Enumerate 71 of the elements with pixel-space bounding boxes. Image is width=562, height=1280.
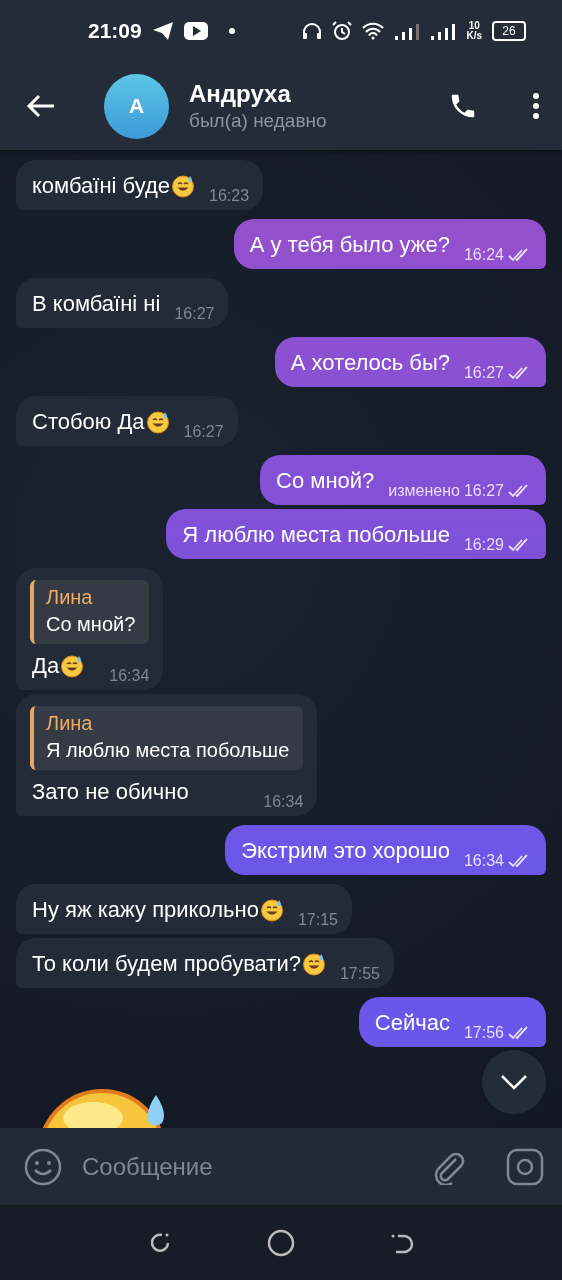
message-bubble[interactable]: Экстрим это хорошо 16:34	[225, 825, 546, 875]
message-text: А у тебя было уже?	[249, 231, 450, 259]
message-text: Сейчас	[374, 1009, 450, 1037]
last-seen-status: был(а) недавно	[189, 110, 328, 132]
reply-author: Лина	[46, 586, 94, 609]
edited-label: изменено	[388, 482, 460, 500]
reply-author: Лина	[46, 712, 94, 735]
message-time: 16:27	[463, 364, 504, 382]
camera-icon	[506, 1147, 544, 1186]
message-bubble[interactable]: Сейчас 17:56	[358, 997, 546, 1047]
message-time: 17:56	[463, 1024, 504, 1042]
network-speed: 10	[468, 21, 480, 31]
headphones-icon	[302, 22, 323, 40]
paper-plane-icon	[151, 21, 174, 41]
message-time: 16:34	[463, 852, 504, 870]
message-text: Ну яж кажу прикольно	[32, 896, 259, 924]
wifi-icon	[362, 22, 385, 40]
message-time: 16:24	[463, 246, 504, 264]
message-text: Со мной?	[276, 467, 375, 495]
message-bubble[interactable]: А хотелось бы? 16:27	[274, 337, 546, 387]
more-menu-button[interactable]	[532, 93, 540, 119]
more-vertical-icon	[532, 93, 540, 119]
message-bubble[interactable]: Я люблю места побольше 16:29	[166, 509, 546, 559]
reply-quote[interactable]: Лина Со мной?	[30, 580, 150, 644]
message-bubble[interactable]: комбаїні буде 16:23	[16, 160, 264, 210]
message-bubble[interactable]: Со мной? изменено 16:27	[260, 455, 546, 505]
message-time: 17:15	[297, 911, 338, 929]
message-text: В комбаїні ні	[32, 290, 161, 318]
back-button[interactable]	[26, 94, 56, 118]
back-arrow-icon	[26, 94, 56, 118]
network-speed-unit: K/s	[466, 31, 482, 41]
message-text: А хотелось бы?	[290, 349, 450, 377]
message-text: Я люблю места побольше	[182, 521, 450, 549]
message-time: 17:55	[339, 965, 380, 983]
clock: 21:09	[88, 19, 142, 43]
message-bubble[interactable]: В комбаїні ні 16:27	[16, 278, 229, 328]
video-play-icon	[183, 22, 208, 40]
message-time: 16:27	[183, 423, 224, 441]
message-bubble[interactable]: Ну яж кажу прикольно 17:15	[16, 884, 352, 934]
message-time: 16:29	[463, 536, 504, 554]
message-bubble[interactable]: Лина Со мной? Да 16:34	[16, 568, 164, 690]
message-text: Стобою Да	[32, 408, 145, 436]
reply-text: Я люблю места побольше	[46, 739, 290, 762]
home-button[interactable]	[267, 1228, 295, 1257]
message-bubble[interactable]: То коли будем пробувати? 17:55	[16, 938, 394, 988]
dot-icon	[227, 27, 236, 35]
reply-quote[interactable]: Лина Я люблю места побольше	[30, 706, 304, 770]
battery-level: 26	[492, 21, 526, 41]
signal-icon	[430, 22, 457, 40]
message-text: Да	[32, 652, 60, 680]
alarm-clock-icon	[332, 21, 353, 41]
chevron-down-icon	[500, 1074, 528, 1090]
contact-name[interactable]: Андруха	[189, 80, 448, 108]
message-bubble[interactable]: Лина Я люблю места побольше Зато не обично 16:34	[16, 694, 318, 816]
emoji-button[interactable]	[24, 1147, 62, 1186]
message-time: 16:27	[174, 305, 215, 323]
camera-button[interactable]	[506, 1147, 544, 1186]
message-bubble[interactable]: А у тебя было уже? 16:24	[233, 219, 546, 269]
reply-text: Со мной?	[46, 613, 136, 636]
message-time: 16:23	[209, 187, 250, 205]
message-text: комбаїні буде	[32, 172, 171, 200]
home-icon	[267, 1228, 295, 1257]
message-time: 16:34	[263, 793, 304, 811]
message-text: Экстрим это хорошо	[241, 837, 450, 865]
message-bubble[interactable]: Стобою Да 16:27	[16, 396, 238, 446]
message-text: Зато не обично	[32, 778, 189, 806]
message-time: 16:27	[463, 482, 504, 500]
message-text: То коли будем пробувати?	[32, 950, 301, 978]
message-time: 16:34	[109, 667, 150, 685]
smiley-icon	[24, 1147, 62, 1186]
signal-icon	[394, 22, 421, 40]
